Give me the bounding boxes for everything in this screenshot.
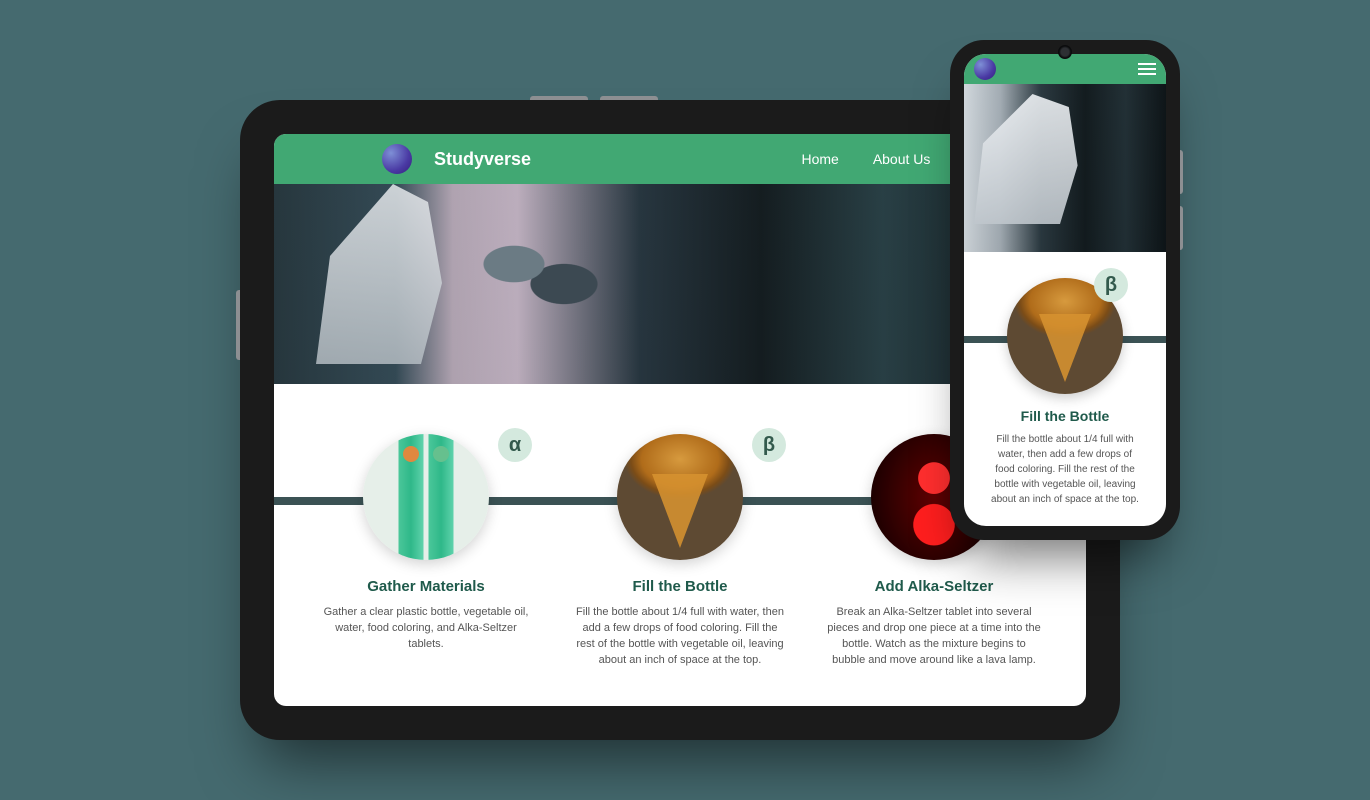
step-image-alpha [363, 434, 489, 560]
mobile-step-card: β Fill the Bottle Fill the bottle about … [964, 252, 1166, 523]
brand-logo-icon[interactable] [382, 144, 412, 174]
step-title-alpha: Gather Materials [314, 578, 538, 595]
mobile-hero-image [964, 84, 1166, 252]
step-title-gamma: Add Alka-Seltzer [822, 578, 1046, 595]
step-badge-beta: β [752, 428, 786, 462]
mobile-step-title: Fill the Bottle [982, 408, 1148, 424]
step-title-beta: Fill the Bottle [568, 578, 792, 595]
step-desc-gamma: Break an Alka-Seltzer tablet into severa… [822, 605, 1046, 669]
hamburger-menu-icon[interactable] [1138, 63, 1156, 75]
step-desc-alpha: Gather a clear plastic bottle, vegetable… [314, 605, 538, 653]
phone-camera-icon [1058, 45, 1072, 59]
mobile-step-desc: Fill the bottle about 1/4 full with wate… [982, 432, 1148, 507]
brand-name[interactable]: Studyverse [434, 149, 531, 170]
phone-device-frame: β Fill the Bottle Fill the bottle about … [950, 40, 1180, 540]
phone-screen: β Fill the Bottle Fill the bottle about … [964, 54, 1166, 526]
mobile-step-badge: β [1094, 268, 1128, 302]
step-desc-beta: Fill the bottle about 1/4 full with wate… [568, 605, 792, 669]
step-badge-alpha: α [498, 428, 532, 462]
mobile-brand-logo-icon[interactable] [974, 58, 996, 80]
nav-about[interactable]: About Us [873, 151, 931, 167]
step-image-beta [617, 434, 743, 560]
nav-home[interactable]: Home [801, 151, 838, 167]
step-card-alpha: α Gather Materials Gather a clear plasti… [314, 434, 538, 669]
step-card-beta: β Fill the Bottle Fill the bottle about … [568, 434, 792, 669]
